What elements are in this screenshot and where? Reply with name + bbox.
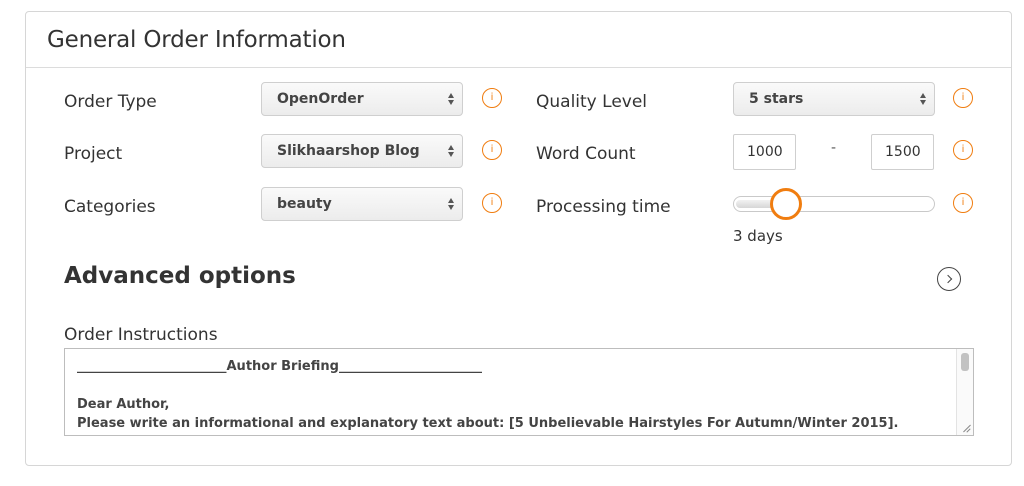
textarea-scrollbar[interactable] <box>956 349 973 435</box>
panel-title: General Order Information <box>47 26 346 53</box>
processing-time-label: Processing time <box>536 197 671 217</box>
select-arrows-icon <box>448 92 454 106</box>
project-value: Slikhaarshop Blog <box>277 143 420 159</box>
order-type-value: OpenOrder <box>277 91 364 107</box>
resize-grip-icon[interactable] <box>962 424 970 432</box>
instructions-line <box>77 376 961 395</box>
categories-label: Categories <box>64 197 156 217</box>
scrollbar-thumb[interactable] <box>961 353 969 371</box>
instructions-line: _______________________Author Briefing__… <box>77 359 482 374</box>
order-type-label: Order Type <box>64 92 157 112</box>
word-count-label: Word Count <box>536 144 636 164</box>
quality-level-label: Quality Level <box>536 92 648 112</box>
select-arrows-icon <box>920 92 926 106</box>
quality-level-info-icon[interactable]: i <box>953 88 973 108</box>
project-label: Project <box>64 144 123 164</box>
word-count-max-input[interactable]: 1500 <box>871 134 934 170</box>
project-info-icon[interactable]: i <box>482 140 502 160</box>
processing-time-slider-track[interactable] <box>733 196 935 212</box>
order-instructions-textarea[interactable]: _______________________Author Briefing__… <box>64 348 974 436</box>
word-count-separator: - <box>831 140 837 156</box>
order-type-select[interactable]: OpenOrder <box>261 82 463 116</box>
instructions-line: Please write an informational and explan… <box>77 416 899 431</box>
advanced-options-title: Advanced options <box>64 263 296 289</box>
categories-select[interactable]: beauty <box>261 187 463 221</box>
project-select[interactable]: Slikhaarshop Blog <box>261 134 463 168</box>
processing-time-value: 3 days <box>733 227 783 245</box>
quality-level-select[interactable]: 5 stars <box>733 82 935 116</box>
quality-level-value: 5 stars <box>749 91 804 107</box>
processing-time-info-icon[interactable]: i <box>953 193 973 213</box>
processing-time-slider-thumb[interactable] <box>769 188 802 220</box>
word-count-min-input[interactable]: 1000 <box>733 134 796 170</box>
select-arrows-icon <box>448 197 454 211</box>
instructions-line: Dear Author, <box>77 397 170 412</box>
expand-advanced-chevron-icon[interactable] <box>937 267 961 291</box>
order-type-info-icon[interactable]: i <box>482 88 502 108</box>
order-instructions-label: Order Instructions <box>64 325 218 345</box>
word-count-info-icon[interactable]: i <box>953 140 973 160</box>
categories-info-icon[interactable]: i <box>482 193 502 213</box>
categories-value: beauty <box>277 196 332 212</box>
panel-header: General Order Information <box>26 12 1011 68</box>
select-arrows-icon <box>448 144 454 158</box>
